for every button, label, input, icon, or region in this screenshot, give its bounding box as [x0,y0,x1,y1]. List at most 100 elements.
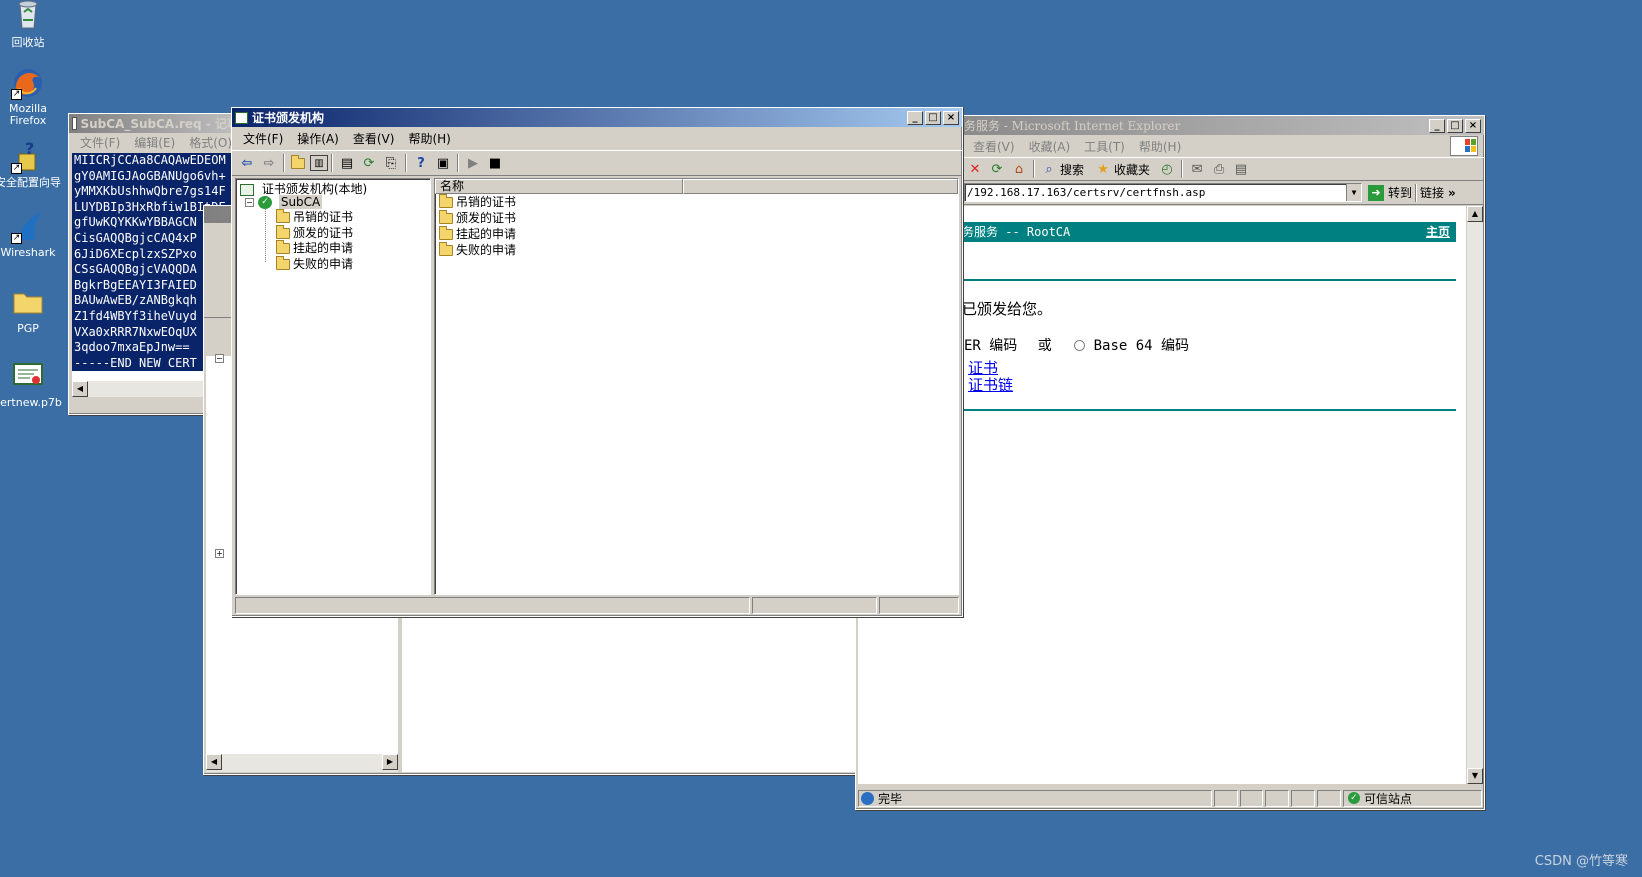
folder-icon [439,210,453,224]
ie-menu-view[interactable]: 查看(V) [966,138,1022,155]
tree-item-revoked[interactable]: 吊销的证书 [276,209,354,226]
notepad-menubar: 文件(F) 编辑(E) 格式(O) [69,133,242,152]
refresh-icon[interactable]: ⟳ [986,159,1008,179]
print-icon[interactable]: ⎙ [1208,159,1230,179]
maximize-button[interactable]: □ [1447,118,1463,133]
base64-radio-button[interactable] [1074,340,1086,351]
ca-menu-view[interactable]: 查看(V) [346,130,402,147]
folder-icon [276,209,290,223]
tree-item-pending[interactable]: 挂起的申请 [276,240,354,257]
folder-icon [11,286,45,320]
chevron-right-icon[interactable]: » [1448,186,1456,200]
collapse-minus-icon[interactable]: − [245,198,254,207]
export-list-icon[interactable]: ⎘ [380,153,402,173]
edit-icon[interactable]: ▤ [1230,159,1252,179]
desktop-icon-security-wizard[interactable]: ? ↗ 安全配置向导 [0,139,64,189]
ca-statusbar [235,597,959,615]
list-item-revoked[interactable]: 吊销的证书 [439,194,958,210]
notepad-titlebar[interactable]: SubCA_SubCA.req - 记事 [69,114,242,133]
notepad-menu-edit[interactable]: 编辑(E) [127,134,182,151]
close-button[interactable]: × [1465,118,1481,133]
ca-titlebar[interactable]: 证书颁发机构 _ □ × [232,108,962,127]
ie-search-button[interactable]: 搜索 [1060,161,1084,178]
scroll-up-arrow-icon[interactable]: ▲ [1467,206,1483,222]
stop-icon[interactable]: ✕ [964,159,986,179]
forward-arrow-icon[interactable]: ⇨ [258,153,280,173]
search-icon[interactable]: ⌕ [1038,159,1060,179]
scroll-down-arrow-icon[interactable]: ▼ [1467,768,1483,784]
ie-address-input[interactable]: /192.168.17.163/certsrv/certfnsh.asp ▼ [964,183,1362,202]
ca-menu-file[interactable]: 文件(F) [236,130,290,147]
ie-menu-help[interactable]: 帮助(H) [1132,138,1188,155]
back-arrow-icon[interactable]: ⇦ [236,153,258,173]
ie-menu-tools[interactable]: 工具(T) [1077,138,1132,155]
tree-item-label: 挂起的申请 [293,241,354,255]
minimize-button[interactable]: _ [1429,118,1445,133]
ie-home-link[interactable]: 主页 [1426,222,1450,242]
desktop-icon-wireshark[interactable]: ↗ Wireshark [0,210,64,259]
ie-links-button[interactable]: 链接 [1420,184,1444,201]
properties-icon[interactable]: ▤ [336,153,358,173]
desktop-icon-pgp[interactable]: PGP [0,286,64,335]
history-icon[interactable]: ◴ [1156,159,1178,179]
help-icon[interactable]: ? [410,153,432,173]
list-item-failed[interactable]: 失败的申请 [439,242,958,258]
status-cell [235,597,750,614]
scroll-left-arrow-icon[interactable]: ◀ [72,381,88,397]
close-button[interactable]: × [943,110,959,125]
ie-menu-favorites[interactable]: 收藏(A) [1022,138,1078,155]
recycle-bin-icon [11,0,45,34]
tree-item-label: 吊销的证书 [293,210,354,224]
desktop-icon-firefox[interactable]: ↗ Mozilla Firefox [0,66,64,127]
list-item-issued[interactable]: 颁发的证书 [439,210,958,226]
show-hide-tree-icon[interactable]: ▥ [310,155,328,171]
ie-favorites-button[interactable]: 收藏夹 [1114,161,1150,178]
home-icon[interactable]: ⌂ [1008,159,1030,179]
column-header-name[interactable]: 名称 [435,179,683,194]
notepad-menu-file[interactable]: 文件(F) [73,134,127,151]
console-icon[interactable]: ▣ [432,153,454,173]
ca-menu-help[interactable]: 帮助(H) [401,130,457,147]
minimize-button[interactable]: _ [907,110,923,125]
desktop-icon-certnew[interactable]: certnew.p7b [0,360,64,409]
desktop-icon-recycle-bin[interactable]: 回收站 [0,0,64,49]
scroll-left-arrow-icon[interactable]: ◀ [206,754,222,770]
tree-item-label: 颁发的证书 [293,225,354,240]
list-item-label: 颁发的证书 [456,211,517,225]
notepad-title: SubCA_SubCA.req - 记事 [80,117,239,131]
tree-item-subca[interactable]: ✓ SubCA [258,195,323,209]
ca-window[interactable]: 证书颁发机构 _ □ × 文件(F) 操作(A) 查看(V) 帮助(H) ⇦ ⇨… [231,107,963,617]
folder-icon [276,255,290,270]
desktop-icon-label: Mozilla Firefox [9,102,47,127]
background-hscrollbar[interactable]: ◀ ▶ [206,754,398,772]
svg-text:?: ? [25,140,34,158]
up-folder-icon[interactable] [288,153,310,173]
ca-menu-action[interactable]: 操作(A) [290,130,346,147]
dropdown-arrow-icon[interactable]: ▼ [1346,184,1361,201]
column-header-empty[interactable] [683,179,958,194]
ca-tree-pane[interactable]: 证书颁发机构(本地) − ✓ SubCA 吊销的证书 颁发的证书 挂起的申请 失… [235,178,431,595]
base64-encoding-label[interactable]: Base 64 编码 [1094,338,1189,354]
tree-item-issued[interactable]: 颁发的证书 [276,224,354,242]
ca-root-icon [240,183,254,196]
tree-item-failed[interactable]: 失败的申请 [276,255,353,273]
ie-go-button[interactable]: 转到 [1388,184,1412,201]
stop-service-icon[interactable]: ■ [484,153,506,173]
ca-list-pane[interactable]: 名称 吊销的证书 颁发的证书 挂起的申请 失败的申请 [434,178,959,595]
go-arrow-icon[interactable]: ➜ [1368,184,1384,201]
ie-download-chain-link[interactable]: 证书链 [968,374,1013,395]
refresh-icon[interactable]: ⟳ [358,153,380,173]
mail-icon[interactable]: ✉ [1186,159,1208,179]
der-encoding-label[interactable]: ER 编码 [964,338,1017,354]
ie-status-zone-label: 可信站点 [1363,791,1412,806]
list-item-pending[interactable]: 挂起的申请 [439,226,958,242]
maximize-button[interactable]: □ [925,110,941,125]
favorites-star-icon[interactable]: ★ [1092,159,1114,179]
expand-plus-icon[interactable]: + [215,549,224,558]
folder-icon [439,242,453,256]
scroll-right-arrow-icon[interactable]: ▶ [382,754,398,770]
start-service-icon[interactable]: ▶ [462,153,484,173]
collapse-minus-icon[interactable]: − [215,354,224,363]
ca-server-check-icon: ✓ [258,196,272,209]
ie-vscrollbar[interactable]: ▲ ▼ [1467,206,1483,784]
